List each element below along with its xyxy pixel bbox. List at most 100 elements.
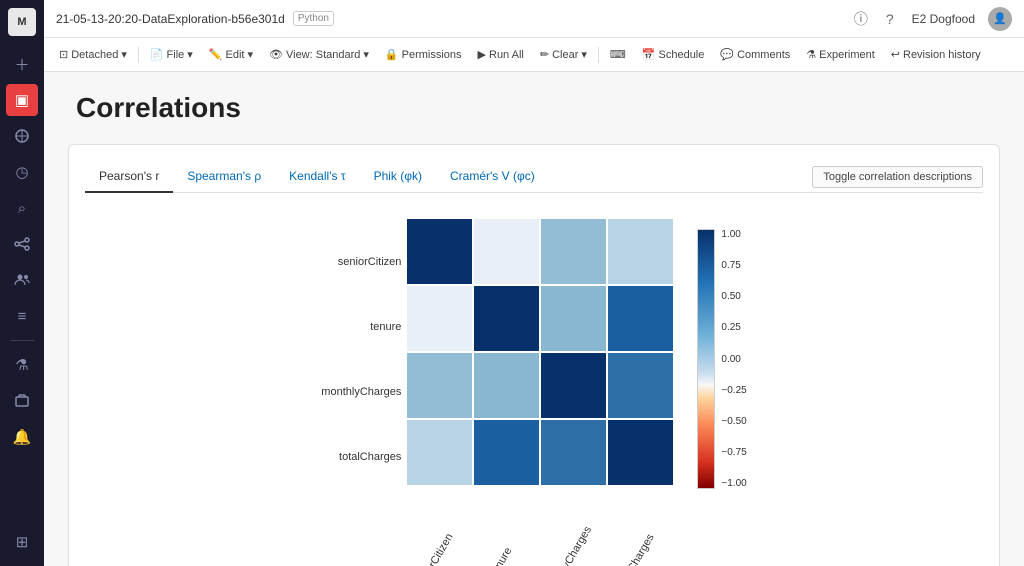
- view-btn[interactable]: 👁 View: Standard ▾: [262, 45, 376, 64]
- logo-text: M: [17, 16, 26, 28]
- edit-chevron: ▾: [247, 48, 253, 61]
- sidebar-item-dag[interactable]: [6, 228, 38, 260]
- notebook-title: 21-05-13-20:20-DataExploration-b56e301d: [56, 12, 285, 26]
- view-icon: 👁: [269, 48, 283, 61]
- sidebar-item-history[interactable]: ◷: [6, 156, 38, 188]
- tab-kendalls[interactable]: Kendall's τ: [275, 161, 359, 193]
- colorbar-label-6: −0.50: [721, 416, 746, 427]
- row-label-1: tenure: [321, 294, 401, 359]
- sidebar-item-notebook[interactable]: ▣: [6, 84, 38, 116]
- col-label-3: totalCharges: [615, 532, 657, 566]
- col-label-1: tenure: [489, 545, 515, 566]
- col-label-0: seniorCitizen: [414, 531, 456, 566]
- cell-2-3: [608, 353, 673, 418]
- toggle-descriptions-btn[interactable]: Toggle correlation descriptions: [812, 166, 983, 188]
- user-menu[interactable]: E2 Dogfood: [907, 10, 980, 28]
- file-icon: 📄: [150, 48, 164, 61]
- col-labels: seniorCitizen tenure monthlyCharges tota…: [407, 489, 673, 566]
- lock-icon: 🔒: [385, 48, 399, 61]
- sidebar-item-grid[interactable]: ⊞: [6, 526, 38, 558]
- cell-1-1: [474, 286, 539, 351]
- clear-btn[interactable]: ✏ Clear ▾: [533, 45, 594, 64]
- keyboard-btn[interactable]: ⌨: [603, 45, 633, 64]
- colorbar-label-5: −0.25: [721, 385, 746, 396]
- toolbar-divider-1: [138, 47, 139, 63]
- sidebar-item-flask[interactable]: ⚗: [6, 349, 38, 381]
- sidebar-item-team[interactable]: [6, 264, 38, 296]
- heatmap-container: seniorCitizen tenure monthlyCharges tota…: [85, 209, 983, 566]
- file-chevron: ▾: [187, 48, 193, 61]
- schedule-btn[interactable]: 📅 Schedule: [635, 45, 712, 64]
- colorbar-row: 1.00 0.75 0.50 0.25 0.00 −0.25 −0.50 −0.…: [697, 229, 746, 489]
- permissions-btn[interactable]: 🔒 Permissions: [378, 45, 469, 64]
- colorbar-label-4: 0.00: [721, 354, 746, 365]
- cell-0-2: [541, 219, 606, 284]
- colorbar-label-8: −1.00: [721, 478, 746, 489]
- run-icon: ▶: [478, 48, 486, 61]
- history-icon: ↩: [891, 48, 900, 61]
- cell-2-1: [474, 353, 539, 418]
- colorbar-label-3: 0.25: [721, 322, 746, 333]
- page-title: Correlations: [76, 92, 1000, 124]
- sidebar: M ＋ ▣ ◷ ⌕ ≡ ⚗ 🔔 ⊞: [0, 0, 44, 566]
- correlations-card: Pearson's r Spearman's ρ Kendall's τ Phi…: [68, 144, 1000, 566]
- col-label-2: monthlyCharges: [543, 524, 593, 566]
- colorbar-labels: 1.00 0.75 0.50 0.25 0.00 −0.25 −0.50 −0.…: [721, 229, 746, 489]
- sidebar-item-data[interactable]: [6, 120, 38, 152]
- cell-1-2: [541, 286, 606, 351]
- col-label-wrap-0: seniorCitizen: [407, 489, 472, 566]
- cell-2-2: [541, 353, 606, 418]
- detached-chevron: ▾: [121, 48, 127, 61]
- cell-3-3: [608, 420, 673, 485]
- tab-spearmans[interactable]: Spearman's ρ: [173, 161, 275, 193]
- sidebar-logo[interactable]: M: [8, 8, 36, 36]
- toolbar-divider-2: [598, 47, 599, 63]
- row-label-3: totalCharges: [321, 424, 401, 489]
- cell-1-3: [608, 286, 673, 351]
- language-badge: Python: [293, 11, 334, 26]
- colorbar-label-2: 0.50: [721, 291, 746, 302]
- revision-history-btn[interactable]: ↩ Revision history: [884, 45, 988, 64]
- sidebar-item-list[interactable]: ≡: [6, 300, 38, 332]
- col-label-wrap-3: totalCharges: [608, 489, 673, 566]
- tab-cramers[interactable]: Cramér's V (φc): [436, 161, 549, 193]
- clear-chevron: ▾: [581, 48, 587, 61]
- content-area: Correlations Pearson's r Spearman's ρ Ke…: [44, 72, 1024, 566]
- help-icon[interactable]: ?: [881, 9, 899, 29]
- toolbar: ⊡ Detached ▾ 📄 File ▾ ✏️ Edit ▾ 👁 View: …: [44, 38, 1024, 72]
- avatar-icon[interactable]: 👤: [988, 7, 1012, 31]
- col-label-wrap-2: monthlyCharges: [541, 489, 606, 566]
- detached-btn[interactable]: ⊡ Detached ▾: [52, 45, 134, 64]
- view-chevron: ▾: [363, 48, 369, 61]
- tab-pearsons[interactable]: Pearson's r: [85, 161, 173, 193]
- cell-3-1: [474, 420, 539, 485]
- heatmap-grid-wrap: seniorCitizen tenure monthlyCharges tota…: [407, 219, 673, 566]
- sidebar-item-deploy[interactable]: [6, 385, 38, 417]
- sidebar-divider: [10, 340, 34, 341]
- sidebar-item-add[interactable]: ＋: [6, 48, 38, 80]
- heatmap-grid: [407, 219, 673, 485]
- cell-0-1: [474, 219, 539, 284]
- edit-btn[interactable]: ✏️ Edit ▾: [202, 45, 260, 64]
- correlation-tabs: Pearson's r Spearman's ρ Kendall's τ Phi…: [85, 161, 983, 193]
- top-bar: 21-05-13-20:20-DataExploration-b56e301d …: [44, 0, 1024, 38]
- sidebar-item-search[interactable]: ⌕: [6, 192, 38, 224]
- comments-btn[interactable]: 💬 Comments: [713, 45, 797, 64]
- colorbar: [697, 229, 715, 489]
- sidebar-item-alert[interactable]: 🔔: [6, 421, 38, 453]
- cell-0-0: [407, 219, 472, 284]
- row-labels: seniorCitizen tenure monthlyCharges tota…: [321, 229, 407, 489]
- cell-3-2: [541, 420, 606, 485]
- colorbar-label-7: −0.75: [721, 447, 746, 458]
- experiment-btn[interactable]: ⚗ Experiment: [799, 45, 882, 64]
- comment-icon: 💬: [720, 48, 734, 61]
- schedule-icon: 📅: [642, 48, 656, 61]
- run-all-btn[interactable]: ▶ Run All: [471, 45, 531, 64]
- info-icon[interactable]: ⓘ: [849, 7, 873, 31]
- file-btn[interactable]: 📄 File ▾: [143, 45, 200, 64]
- experiment-icon: ⚗: [806, 48, 816, 61]
- main-area: 21-05-13-20:20-DataExploration-b56e301d …: [44, 0, 1024, 566]
- heatmap-inner: seniorCitizen tenure monthlyCharges tota…: [321, 219, 746, 566]
- edit-icon: ✏️: [209, 48, 223, 61]
- tab-phik[interactable]: Phik (φk): [360, 161, 436, 193]
